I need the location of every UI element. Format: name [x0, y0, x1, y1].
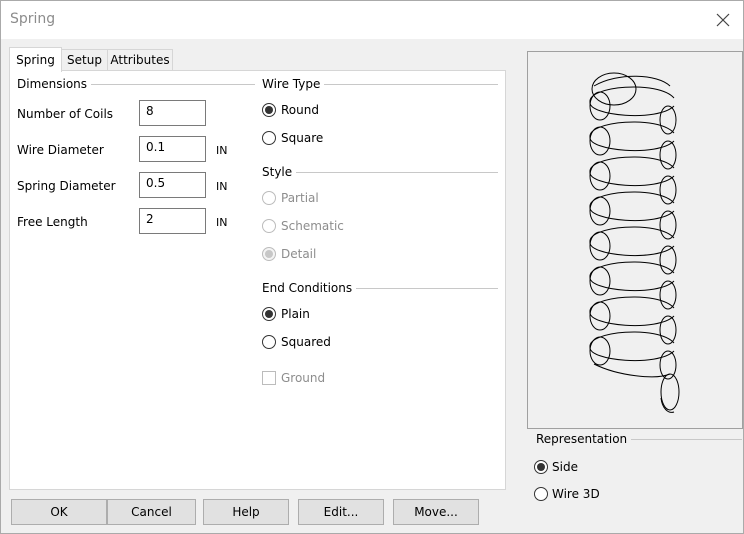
spring-coil-wire-left — [589, 336, 611, 366]
spring-coil-back — [589, 331, 675, 348]
spring-coil-back — [589, 296, 675, 313]
spring-coil-wire-left — [589, 161, 611, 191]
spring-coil-wire-left — [589, 231, 611, 261]
end-plain-radio[interactable] — [262, 307, 276, 321]
wire-type-round-label[interactable]: Round — [281, 103, 319, 117]
tab-setup[interactable]: Setup — [60, 49, 109, 70]
window-title: Spring — [10, 11, 56, 27]
spring-coil-wire-left — [589, 91, 611, 121]
spring-diameter-field[interactable]: 0.5 — [139, 172, 206, 198]
spring-coil-back — [589, 226, 675, 243]
representation-group-line — [627, 439, 742, 440]
end-plain-label[interactable]: Plain — [281, 307, 310, 321]
representation-wire3d-label[interactable]: Wire 3D — [552, 487, 600, 501]
wire-type-square-radio[interactable] — [262, 131, 276, 145]
ground-checkbox[interactable] — [262, 371, 276, 385]
spring-coil-wire-left — [589, 126, 611, 156]
spring-dialog: Spring Spring Setup Attributes Dimension… — [0, 0, 744, 534]
style-partial-radio[interactable] — [262, 191, 276, 205]
close-icon[interactable] — [713, 10, 733, 30]
wire-diameter-label: Wire Diameter — [17, 143, 104, 157]
spring-preview-icon — [589, 72, 680, 413]
end-squared-radio[interactable] — [262, 335, 276, 349]
end-squared-label[interactable]: Squared — [281, 335, 331, 349]
tab-panel-spring — [9, 70, 506, 490]
help-button[interactable]: Help — [203, 499, 289, 525]
spring-coil-back — [589, 191, 675, 208]
end-conditions-group-label: End Conditions — [262, 281, 357, 295]
number-of-coils-label: Number of Coils — [17, 107, 114, 121]
spring-coil-back — [589, 86, 675, 103]
style-group-line — [262, 172, 498, 173]
style-group-label: Style — [262, 165, 297, 179]
spring-diameter-unit: IN — [216, 180, 228, 193]
edit-button[interactable]: Edit... — [298, 499, 384, 525]
spring-preview — [527, 51, 743, 429]
style-detail-label: Detail — [281, 247, 317, 261]
representation-group-label: Representation — [536, 432, 632, 446]
spring-coil-back — [589, 121, 675, 138]
style-schematic-label: Schematic — [281, 219, 344, 233]
spring-coil-back — [589, 156, 675, 173]
wire-type-square-label[interactable]: Square — [281, 131, 323, 145]
number-of-coils-field[interactable]: 8 — [139, 100, 206, 126]
spring-coil-wire-left — [589, 196, 611, 226]
free-length-unit: IN — [216, 216, 228, 229]
cancel-button[interactable]: Cancel — [107, 499, 196, 525]
free-length-field[interactable]: 2 — [139, 208, 206, 234]
ok-button[interactable]: OK — [11, 499, 107, 525]
title-bar: Spring — [1, 1, 743, 39]
wire-type-group-label: Wire Type — [262, 77, 325, 91]
wire-diameter-unit: IN — [216, 144, 228, 157]
style-partial-label: Partial — [281, 191, 319, 205]
free-length-label: Free Length — [17, 215, 88, 229]
tab-spring[interactable]: Spring — [9, 47, 62, 72]
wire-type-round-radio[interactable] — [262, 103, 276, 117]
representation-side-label[interactable]: Side — [552, 460, 578, 474]
style-detail-radio[interactable] — [262, 247, 276, 261]
tab-attributes[interactable]: Attributes — [107, 49, 173, 70]
representation-wire3d-radio[interactable] — [534, 487, 548, 501]
spring-coil-wire-left — [589, 301, 611, 331]
spring-coil-wire-left — [589, 266, 611, 296]
spring-diameter-label: Spring Diameter — [17, 179, 116, 193]
spring-coil-back — [589, 261, 675, 278]
representation-side-radio[interactable] — [534, 460, 548, 474]
dimensions-group-label: Dimensions — [17, 77, 92, 91]
wire-diameter-field[interactable]: 0.1 — [139, 136, 206, 162]
style-schematic-radio[interactable] — [262, 219, 276, 233]
ground-label: Ground — [281, 371, 326, 385]
move-button[interactable]: Move... — [393, 499, 479, 525]
